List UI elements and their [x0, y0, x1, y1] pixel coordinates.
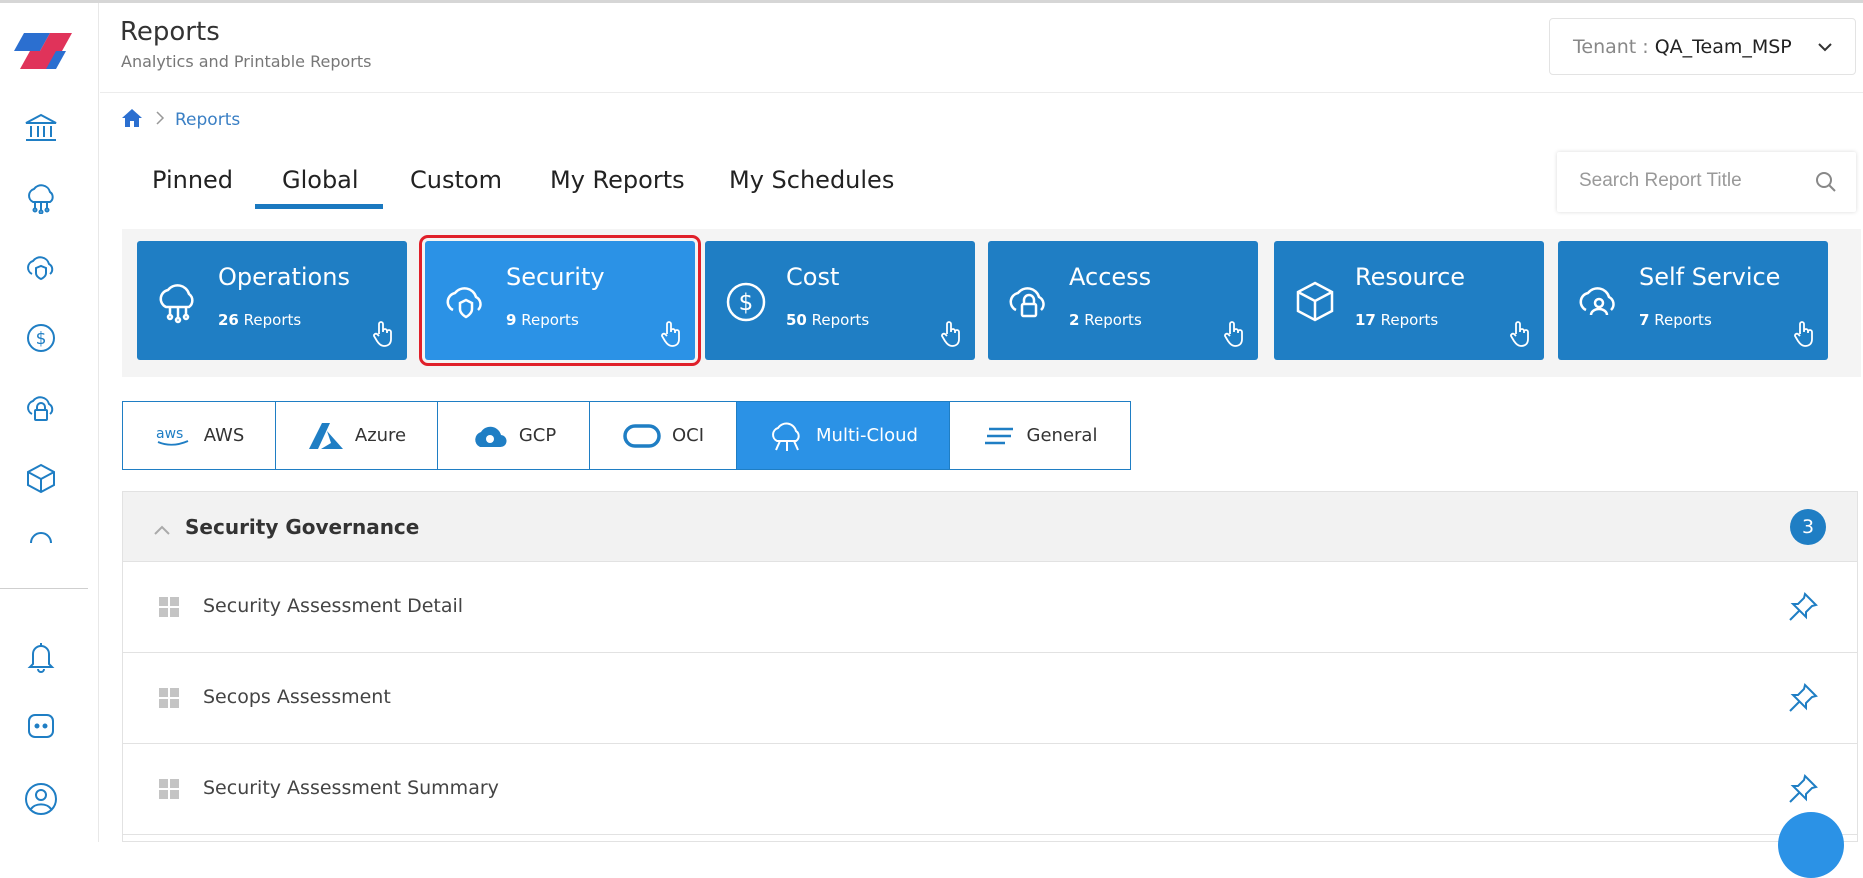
cloud-lock-icon[interactable] — [20, 387, 62, 429]
general-lines-icon — [983, 424, 1017, 448]
chat-support-button[interactable] — [1778, 812, 1844, 878]
aws-logo-icon: aws — [154, 424, 194, 448]
tab-global[interactable]: Global — [282, 166, 359, 194]
dollar-icon[interactable]: $ — [20, 317, 62, 359]
bank-icon[interactable] — [20, 107, 62, 149]
cube-icon[interactable] — [20, 457, 62, 499]
cloud-lock-icon — [1006, 279, 1052, 325]
card-resource[interactable]: Resource 17 Reports — [1274, 241, 1544, 360]
section-title: Security Governance — [185, 515, 420, 539]
chat-bot-icon[interactable] — [20, 706, 62, 748]
cloud-provider-filter: aws AWS Azure GCP OCI Multi-Cloud Genera… — [122, 401, 1131, 470]
partial-icon[interactable] — [20, 527, 62, 547]
home-icon[interactable] — [121, 108, 143, 132]
report-row[interactable]: Security Assessment Summary — [123, 744, 1857, 835]
card-count: 50 Reports — [786, 311, 870, 329]
chevron-down-icon — [1817, 38, 1833, 60]
card-title: Cost — [786, 263, 840, 291]
bell-icon[interactable] — [20, 636, 62, 678]
card-operations[interactable]: Operations 26 Reports — [137, 241, 407, 360]
svg-text:$: $ — [36, 329, 47, 349]
grid-icon — [159, 688, 179, 712]
provider-gcp[interactable]: GCP — [438, 402, 590, 469]
sidebar: $ — [0, 3, 99, 842]
tab-my-schedules[interactable]: My Schedules — [729, 166, 894, 194]
breadcrumb: Reports — [121, 108, 240, 132]
chevron-right-icon — [155, 110, 165, 130]
card-title: Security — [506, 263, 605, 291]
tenant-label: Tenant : — [1573, 35, 1649, 58]
search-input[interactable] — [1557, 152, 1797, 210]
gcp-logo-icon — [471, 421, 509, 451]
hand-pointer-icon — [1792, 320, 1816, 352]
provider-multi-cloud[interactable]: Multi-Cloud — [737, 402, 950, 469]
section-header[interactable]: Security Governance 3 — [123, 492, 1857, 562]
svg-text:$: $ — [739, 290, 754, 316]
hand-pointer-icon — [939, 320, 963, 352]
hand-pointer-icon — [659, 320, 683, 352]
report-row[interactable]: Security Assessment Detail — [123, 562, 1857, 653]
user-profile-icon[interactable] — [20, 778, 62, 820]
report-title: Security Assessment Summary — [203, 777, 499, 799]
card-title: Operations — [218, 263, 350, 291]
hand-pointer-icon — [1508, 320, 1532, 352]
oci-logo-icon — [622, 423, 662, 449]
card-count: 26 Reports — [218, 311, 302, 329]
section-count-badge: 3 — [1790, 509, 1826, 545]
breadcrumb-reports[interactable]: Reports — [175, 110, 240, 130]
category-cards: Operations 26 Reports Security 9 Reports… — [122, 229, 1861, 377]
azure-logo-icon — [307, 421, 345, 451]
hand-pointer-icon — [1222, 320, 1246, 352]
pin-icon[interactable] — [1787, 773, 1819, 809]
card-count: 2 Reports — [1069, 311, 1142, 329]
svg-text:aws: aws — [156, 426, 183, 442]
card-count: 7 Reports — [1639, 311, 1712, 329]
cloud-shield-icon[interactable] — [20, 247, 62, 289]
page-subtitle: Analytics and Printable Reports — [121, 52, 372, 71]
tab-my-reports[interactable]: My Reports — [550, 166, 685, 194]
cloud-network-icon — [155, 279, 201, 325]
cloud-network-icon[interactable] — [20, 177, 62, 219]
card-count: 9 Reports — [506, 311, 579, 329]
hand-pointer-icon — [371, 320, 395, 352]
search-icon[interactable] — [1814, 170, 1838, 198]
report-title: Secops Assessment — [203, 686, 391, 708]
sidebar-divider — [0, 588, 88, 589]
cloud-shield-icon — [443, 279, 489, 325]
report-title: Security Assessment Detail — [203, 595, 464, 617]
provider-azure[interactable]: Azure — [276, 402, 438, 469]
tab-pinned[interactable]: Pinned — [152, 166, 233, 194]
tenant-value: QA_Team_MSP — [1654, 35, 1792, 58]
cloud-user-icon — [1576, 279, 1622, 325]
card-access[interactable]: Access 2 Reports — [988, 241, 1258, 360]
pin-icon[interactable] — [1787, 591, 1819, 627]
card-title: Self Service — [1639, 263, 1781, 291]
grid-icon — [159, 597, 179, 621]
tenant-selector[interactable]: Tenant : QA_Team_MSP — [1549, 18, 1856, 75]
report-section: Security Governance 3 Security Assessmen… — [122, 491, 1858, 842]
card-title: Access — [1069, 263, 1152, 291]
cube-icon — [1292, 279, 1338, 325]
multi-cloud-icon — [768, 419, 806, 453]
dollar-icon: $ — [723, 279, 769, 325]
provider-oci[interactable]: OCI — [590, 402, 737, 469]
chevron-up-icon[interactable] — [153, 521, 171, 540]
card-security[interactable]: Security 9 Reports — [419, 235, 701, 366]
card-cost[interactable]: $ Cost 50 Reports — [705, 241, 975, 360]
card-count: 17 Reports — [1355, 311, 1439, 329]
report-row[interactable]: Secops Assessment — [123, 653, 1857, 744]
active-tab-indicator — [255, 204, 383, 209]
app-logo[interactable] — [10, 29, 76, 73]
card-self-service[interactable]: Self Service 7 Reports — [1558, 241, 1828, 360]
page-title: Reports — [120, 17, 220, 47]
page-header: Reports Analytics and Printable Reports … — [100, 3, 1863, 93]
pin-icon[interactable] — [1787, 682, 1819, 718]
provider-general[interactable]: General — [950, 402, 1130, 469]
grid-icon — [159, 779, 179, 803]
provider-aws[interactable]: aws AWS — [123, 402, 276, 469]
search-box — [1557, 152, 1856, 212]
tab-custom[interactable]: Custom — [410, 166, 502, 194]
card-title: Resource — [1355, 263, 1466, 291]
